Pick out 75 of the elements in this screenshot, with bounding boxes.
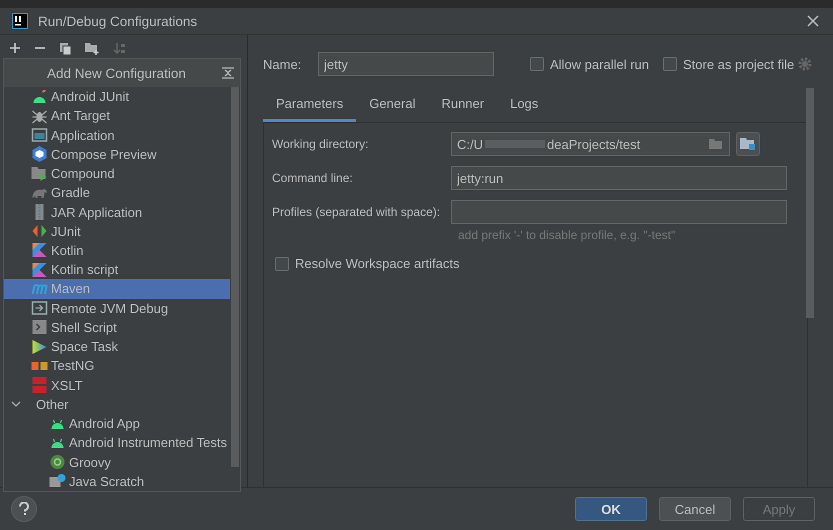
working-directory-field[interactable]: C:/U deaProjects/test xyxy=(451,132,730,156)
configuration-item[interactable]: Kotlin xyxy=(4,240,230,260)
spider-icon xyxy=(31,108,48,124)
configuration-item[interactable]: Java Scratch xyxy=(4,472,230,491)
android-icon xyxy=(49,418,66,430)
field-label: Profiles (separated with space): xyxy=(272,205,442,219)
remote-debug-icon xyxy=(31,301,48,316)
configuration-item[interactable]: Gradle xyxy=(4,183,230,202)
collapse-icon[interactable] xyxy=(222,67,234,79)
close-icon[interactable] xyxy=(807,15,819,27)
xslt-icon xyxy=(31,377,48,394)
checkbox[interactable] xyxy=(663,57,677,71)
configuration-item[interactable]: Compose Preview xyxy=(4,144,230,164)
browse-button[interactable] xyxy=(736,132,760,156)
folder-icon[interactable] xyxy=(709,138,724,150)
option-label: Store as project file xyxy=(683,56,794,72)
window-icon xyxy=(31,128,48,142)
name-field[interactable]: jetty xyxy=(318,52,494,76)
configuration-item[interactable]: Ant Target xyxy=(4,106,230,126)
configuration-item[interactable]: Android App xyxy=(4,414,230,434)
groovy-icon xyxy=(49,455,66,470)
folder-icon xyxy=(740,137,756,151)
profiles-field[interactable] xyxy=(451,200,787,224)
configuration-item[interactable]: JAR Application xyxy=(4,202,230,222)
tab[interactable]: General xyxy=(356,96,428,122)
app-logo-icon xyxy=(12,13,28,29)
field-label: Command line: xyxy=(272,171,354,185)
window-title: Run/Debug Configurations xyxy=(38,14,198,28)
configuration-item[interactable]: Shell Script xyxy=(4,318,230,338)
chevron-icon[interactable] xyxy=(11,399,21,410)
dialog-button[interactable]: Cancel xyxy=(659,497,731,521)
popup-title: Add New Configuration xyxy=(47,66,186,80)
configuration-item[interactable]: Kotlin script xyxy=(4,260,230,280)
configuration-item[interactable]: Space Task xyxy=(4,337,230,356)
terminal-icon xyxy=(31,320,48,334)
help-icon xyxy=(18,502,30,516)
checkbox[interactable] xyxy=(530,57,544,71)
tab[interactable]: Parameters xyxy=(263,96,356,122)
maven-icon xyxy=(31,282,48,295)
android-icon xyxy=(49,436,66,449)
folder-add-icon[interactable] xyxy=(85,42,100,54)
android-icon xyxy=(31,90,48,104)
kotlin-icon xyxy=(31,243,48,258)
configuration-item[interactable]: Application xyxy=(4,125,230,145)
kotlin-icon xyxy=(31,262,48,277)
testng-icon xyxy=(31,360,48,371)
configuration-item[interactable]: TestNG xyxy=(4,356,230,376)
option-label: Allow parallel run xyxy=(550,56,649,72)
configuration-item[interactable]: JUnit xyxy=(4,222,230,241)
folder-play-icon xyxy=(31,166,48,182)
copy-icon[interactable] xyxy=(59,42,72,54)
space-icon xyxy=(31,338,48,355)
configuration-item[interactable]: Other xyxy=(4,394,230,414)
configuration-item[interactable]: Compound xyxy=(4,164,230,184)
hint-text: add prefix '-' to disable profile, e.g. "-test" xyxy=(458,228,676,242)
tab[interactable]: Logs xyxy=(497,96,552,122)
scrollbar[interactable] xyxy=(806,88,814,318)
hexagon-icon xyxy=(31,146,48,162)
dialog-button[interactable]: OK xyxy=(575,497,647,521)
configuration-item[interactable]: Android JUnit xyxy=(4,87,230,106)
configuration-item[interactable]: Groovy xyxy=(4,452,230,472)
scratch-file-icon xyxy=(49,474,66,488)
diamond-icon xyxy=(31,224,48,238)
checkbox[interactable] xyxy=(275,256,289,270)
command-line-field[interactable]: jetty:run xyxy=(451,166,787,190)
name-label: Name: xyxy=(263,56,302,72)
add-icon[interactable] xyxy=(9,42,21,54)
configuration-item[interactable]: Remote JVM Debug xyxy=(4,298,230,318)
configuration-item[interactable]: XSLT xyxy=(4,376,230,395)
configuration-item[interactable]: Android Instrumented Tests xyxy=(4,433,230,452)
field-label: Working directory: xyxy=(272,137,370,151)
option-label: Resolve Workspace artifacts xyxy=(295,256,460,271)
tab[interactable]: Runner xyxy=(428,96,498,122)
help-button[interactable] xyxy=(11,496,37,522)
scrollbar[interactable] xyxy=(231,87,239,467)
